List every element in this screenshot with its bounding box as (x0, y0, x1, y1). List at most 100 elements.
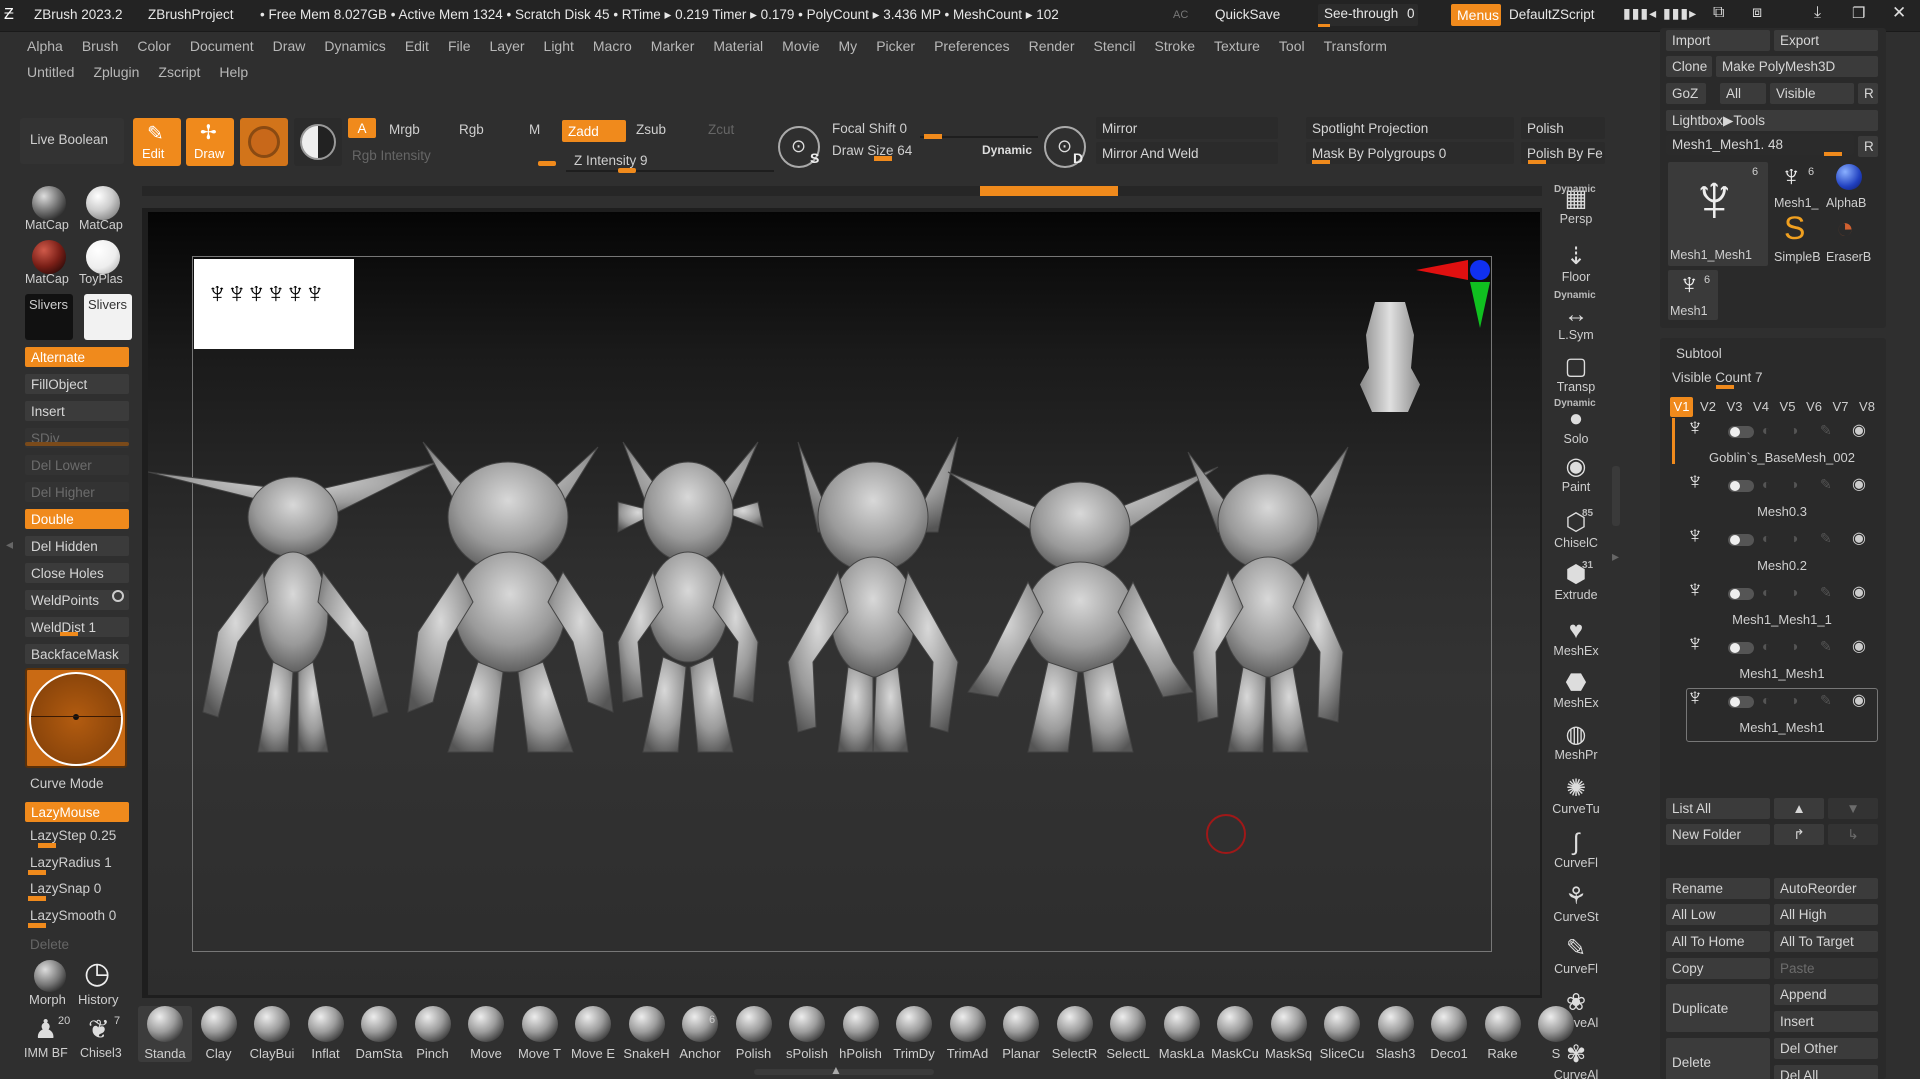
all-to-target-button[interactable]: All To Target (1774, 931, 1878, 952)
menu-preferences[interactable]: Preferences (934, 38, 1009, 54)
brush-snakeh[interactable]: SnakeH (620, 1006, 674, 1062)
shelf-l-sym-2[interactable]: ↔ L.Sym (1550, 296, 1602, 343)
stroke-s-icon[interactable]: ⊙ S (778, 126, 820, 168)
simplebrush-thumb[interactable]: S SimpleB (1772, 210, 1822, 266)
menu-texture[interactable]: Texture (1214, 38, 1260, 54)
close-icon[interactable]: ✕ (1892, 3, 1906, 23)
draw-size-slider[interactable]: Draw Size 64 (832, 143, 912, 158)
menu-tool[interactable]: Tool (1279, 38, 1305, 54)
brush-hpolish[interactable]: hPolish (834, 1006, 888, 1062)
brush-selectr[interactable]: SelectR (1048, 1006, 1102, 1062)
subtool-eye-icon[interactable]: ◉ (1852, 636, 1866, 656)
fillobject-button[interactable]: FillObject (25, 374, 129, 394)
version-v6[interactable]: V6 (1803, 397, 1826, 417)
matcap-slot-1[interactable]: MatCap (25, 186, 73, 234)
goz-button[interactable]: GoZ (1666, 83, 1706, 104)
brush-s[interactable]: S (1529, 1006, 1583, 1062)
menu-document[interactable]: Document (190, 38, 254, 54)
subtool-eye-icon[interactable]: ◉ (1852, 420, 1866, 440)
see-through-slider[interactable]: See-through 0 (1318, 4, 1418, 27)
visible-count-slider[interactable]: Visible Count 7 (1672, 370, 1763, 385)
subtool-polypaint-icon[interactable]: ✎ (1820, 530, 1832, 547)
alternate-button[interactable]: Alternate (25, 347, 129, 367)
live-boolean-button[interactable]: Live Boolean (20, 118, 124, 164)
subtool-solo-icon[interactable]: ◐ (1762, 638, 1770, 654)
document-canvas[interactable]: ♆♆♆♆♆♆ (148, 212, 1540, 995)
shelf-paint-5[interactable]: ◉ Paint (1550, 448, 1602, 495)
menu-my[interactable]: My (839, 38, 858, 54)
move-up-icon[interactable]: ▲ (1774, 798, 1824, 819)
arrow-redo-icon[interactable]: ↱ (1774, 824, 1824, 845)
brush-claybui[interactable]: ClayBui (245, 1006, 299, 1062)
menu-light[interactable]: Light (544, 38, 574, 54)
layout-save-icon[interactable]: ⧈ (1752, 4, 1762, 22)
subtool-eye-icon[interactable]: ◉ (1852, 528, 1866, 548)
menu-file[interactable]: File (448, 38, 471, 54)
m-button[interactable]: M (529, 122, 540, 137)
menu-help[interactable]: Help (219, 64, 248, 80)
menu-draw[interactable]: Draw (273, 38, 306, 54)
tool-thumb-main[interactable]: ♆ 6 Mesh1_Mesh1 (1668, 159, 1768, 266)
subtool-dynamic-icon[interactable]: ◑ (1790, 638, 1798, 654)
subtool-dynamic-icon[interactable]: ◑ (1790, 476, 1798, 492)
menu-stroke[interactable]: Stroke (1155, 38, 1195, 54)
append-button[interactable]: Append (1774, 984, 1878, 1005)
layout-right-icon[interactable]: ▮▮▮▸ (1663, 5, 1697, 22)
subtool-eye-icon[interactable]: ◉ (1852, 474, 1866, 494)
brush-maskcu[interactable]: MaskCu (1208, 1006, 1262, 1062)
brush-selectl[interactable]: SelectL (1101, 1006, 1155, 1062)
subtool-row[interactable]: ♆ ◐ ◑ ✎ ◉ Mesh1_Mesh1 (1686, 630, 1878, 686)
morph-button[interactable]: Morph (28, 960, 74, 1008)
menus-toggle[interactable]: Menus (1451, 4, 1501, 26)
paste-button[interactable]: Paste (1774, 958, 1878, 979)
brush-pinch[interactable]: Pinch (406, 1006, 460, 1062)
move-down-icon[interactable]: ▼ (1828, 798, 1878, 819)
subtool-visibility-toggle[interactable] (1728, 642, 1754, 654)
all-to-home-button[interactable]: All To Home (1666, 931, 1770, 952)
tool-r-button[interactable]: R (1858, 136, 1878, 157)
menu-zscript[interactable]: Zscript (158, 64, 200, 80)
slivers-light[interactable]: Slivers (84, 294, 132, 340)
duplicate-button[interactable]: Duplicate (1666, 984, 1770, 1032)
alpha-toggle[interactable]: A (348, 118, 376, 138)
dynamic-toggle[interactable]: Dynamic (982, 143, 1032, 157)
lazysnap-slider[interactable]: LazySnap 0 (30, 881, 101, 896)
draw-mode-button[interactable]: ✢ Draw (186, 118, 234, 166)
toyplastic-slot[interactable]: ToyPlas (79, 240, 131, 288)
del-other-button[interactable]: Del Other (1774, 1038, 1878, 1059)
delete-subtool-button[interactable]: Delete (1666, 1038, 1770, 1079)
subtool-visibility-toggle[interactable] (1728, 534, 1754, 546)
menu-material[interactable]: Material (713, 38, 763, 54)
brush-anchor[interactable]: Anchor (673, 1006, 727, 1062)
brush-planar[interactable]: Planar (994, 1006, 1048, 1062)
brush-standa[interactable]: Standa (138, 1006, 192, 1062)
menu-brush[interactable]: Brush (82, 38, 119, 54)
del-higher-button[interactable]: Del Higher (25, 482, 129, 502)
shelf-transp-3[interactable]: ▢ Transp (1550, 348, 1602, 395)
goz-all-button[interactable]: All (1720, 83, 1766, 104)
z-intensity-slider[interactable]: Z Intensity 9 (574, 153, 648, 168)
subtool-visibility-toggle[interactable] (1728, 480, 1754, 492)
brush-move-e[interactable]: Move E (566, 1006, 620, 1062)
all-low-button[interactable]: All Low (1666, 904, 1770, 925)
version-v7[interactable]: V7 (1829, 397, 1852, 417)
imm-brush[interactable]: ♟ 20 IMM BF (24, 1014, 76, 1062)
shelf-curvefl-12[interactable]: ∫ CurveFl (1550, 824, 1602, 871)
brush-polish[interactable]: Polish (727, 1006, 781, 1062)
menu-untitled[interactable]: Untitled (27, 64, 74, 80)
subtool-solo-icon[interactable]: ◐ (1762, 476, 1770, 492)
brush-trimdy[interactable]: TrimDy (887, 1006, 941, 1062)
layout-left-icon[interactable]: ▮▮▮◂ (1623, 5, 1657, 22)
eraserbrush-thumb[interactable]: ◔ EraserB (1824, 212, 1878, 266)
subtool-row[interactable]: ♆ ◐ ◑ ✎ ◉ Goblin`s_BaseMesh_002 (1686, 414, 1878, 470)
shelf-meshex-8[interactable]: ♥ MeshEx (1550, 612, 1602, 659)
color-picker-icon[interactable] (294, 118, 342, 166)
lazyradius-slider[interactable]: LazyRadius 1 (30, 855, 112, 870)
subtool-polypaint-icon[interactable]: ✎ (1820, 584, 1832, 601)
curve-mode-button[interactable]: Curve Mode (30, 776, 104, 791)
del-all-button[interactable]: Del All (1774, 1065, 1878, 1079)
del-hidden-button[interactable]: Del Hidden (25, 536, 129, 556)
subtool-row[interactable]: ♆ ◐ ◑ ✎ ◉ Mesh1_Mesh1_1 (1686, 576, 1878, 632)
alphabrush-thumb[interactable]: AlphaB (1824, 162, 1878, 212)
maximize-icon[interactable]: ❐ (1852, 4, 1865, 22)
